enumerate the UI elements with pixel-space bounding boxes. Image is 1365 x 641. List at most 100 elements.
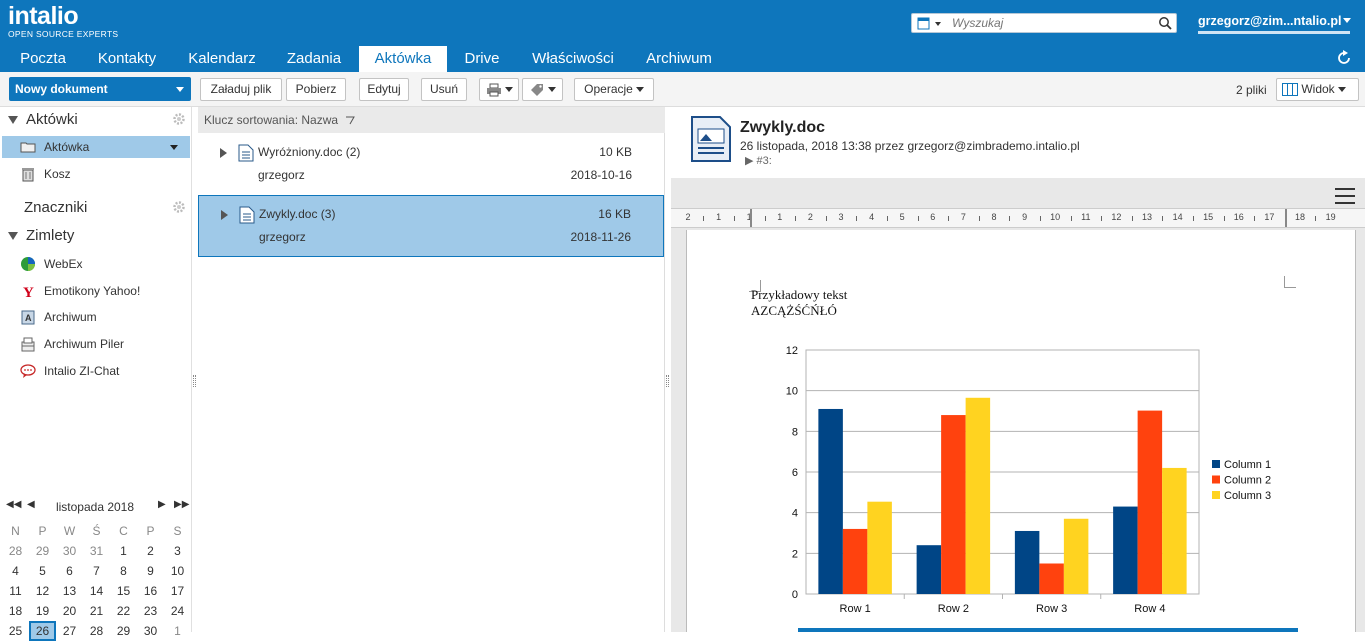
collapse-icon[interactable] [8, 116, 18, 125]
calendar-day[interactable]: 20 [56, 601, 83, 621]
tab-preferences[interactable]: Właściwości [518, 46, 628, 72]
calendar-day[interactable]: 23 [137, 601, 164, 621]
calendar-day[interactable]: 8 [110, 561, 137, 581]
sort-direction-icon[interactable] [345, 116, 356, 125]
sidebar-item-webex[interactable]: WebEx [2, 253, 190, 275]
search-input[interactable] [952, 15, 1157, 31]
ruler: 21112345678910111213141516171819 [671, 208, 1365, 228]
briefcases-header[interactable]: Aktówki [8, 110, 78, 130]
expand-icon[interactable] [220, 148, 227, 158]
x-tick-label: Row 1 [840, 603, 871, 615]
file-row[interactable]: Zwykly.doc (3) 16 KB grzegorz 2018-11-26 [198, 195, 664, 257]
user-menu[interactable]: grzegorz@zim...ntalio.pl [1198, 13, 1341, 29]
calendar-day[interactable]: 1 [164, 621, 191, 641]
calendar-day[interactable]: 21 [83, 601, 110, 621]
tab-mail[interactable]: Poczta [8, 46, 78, 72]
calendar-day[interactable]: 22 [110, 601, 137, 621]
chevron-down-icon[interactable] [1343, 18, 1351, 23]
bar [916, 545, 942, 594]
search-icon[interactable] [1158, 16, 1172, 30]
calendar-day[interactable]: 17 [164, 581, 191, 601]
file-owner: grzegorz [259, 230, 306, 244]
calendar-month-title[interactable]: listopada 2018 [40, 500, 150, 514]
calendar-day[interactable]: 11 [2, 581, 29, 601]
calendar-day[interactable]: 16 [137, 581, 164, 601]
ruler-margin-marker[interactable] [1285, 209, 1287, 227]
prev-year-button[interactable]: ◀◀ [6, 499, 21, 510]
tab-tasks[interactable]: Zadania [274, 46, 354, 72]
list-splitter[interactable] [666, 375, 669, 387]
calendar-day[interactable]: 14 [83, 581, 110, 601]
search-scope-dropdown[interactable] [917, 17, 947, 30]
zimlets-header[interactable]: Zimlety [8, 226, 74, 246]
sidebar-item-archive-piler[interactable]: Archiwum Piler [2, 333, 190, 355]
tag-button[interactable] [522, 78, 563, 101]
calendar-day[interactable]: 9 [137, 561, 164, 581]
calendar-day[interactable]: 19 [29, 601, 56, 621]
operations-button[interactable]: Operacje [574, 78, 654, 101]
calendar-day[interactable]: 7 [83, 561, 110, 581]
sort-bar[interactable]: Klucz sortowania: Nazwa [198, 107, 665, 133]
calendar-day[interactable]: 30 [137, 621, 164, 641]
chevron-down-icon[interactable] [170, 145, 178, 150]
calendar-day[interactable]: 28 [2, 541, 29, 561]
calendar-day[interactable]: 15 [110, 581, 137, 601]
calendar-day[interactable]: 4 [2, 561, 29, 581]
next-year-button[interactable]: ▶▶ [174, 499, 189, 510]
tab-archive[interactable]: Archiwum [636, 46, 722, 72]
calendar-day[interactable]: 31 [83, 541, 110, 561]
calendar-day[interactable]: 27 [56, 621, 83, 641]
gear-icon[interactable] [172, 112, 186, 126]
logo[interactable]: intalio OPEN SOURCE EXPERTS [8, 3, 118, 39]
calendar-day[interactable]: 10 [164, 561, 191, 581]
horizontal-scrollbar[interactable] [798, 628, 1298, 632]
next-month-button[interactable]: ▶ [158, 499, 166, 510]
tab-briefcase[interactable]: Aktówka [359, 46, 447, 72]
sidebar-item-briefcase[interactable]: Aktówka [2, 136, 190, 158]
tab-contacts[interactable]: Kontakty [84, 46, 170, 72]
calendar-day[interactable]: 6 [56, 561, 83, 581]
sidebar-splitter[interactable] [193, 375, 196, 387]
collapse-icon[interactable] [8, 232, 18, 241]
ruler-margin-marker[interactable] [750, 209, 752, 227]
calendar-day[interactable]: 2 [137, 541, 164, 561]
calendar-day[interactable]: 28 [83, 621, 110, 641]
new-document-button[interactable]: Nowy dokument [9, 77, 191, 101]
edit-button[interactable]: Edytuj [359, 78, 409, 101]
calendar-day[interactable]: 30 [56, 541, 83, 561]
sidebar-item-trash[interactable]: Kosz [2, 163, 190, 185]
gear-icon[interactable] [172, 200, 186, 214]
calendar-day[interactable]: 29 [110, 621, 137, 641]
calendar-day[interactable]: 5 [29, 561, 56, 581]
view-button[interactable]: Widok [1276, 78, 1359, 101]
bar [1014, 530, 1040, 594]
upload-button[interactable]: Załaduj plik [200, 78, 282, 101]
calendar-day[interactable]: 3 [164, 541, 191, 561]
calendar-day[interactable]: 13 [56, 581, 83, 601]
delete-button[interactable]: Usuń [421, 78, 467, 101]
calendar-day[interactable]: 18 [2, 601, 29, 621]
refresh-icon[interactable] [1335, 49, 1353, 67]
ruler-tick [795, 216, 797, 221]
expand-icon[interactable] [221, 210, 228, 220]
calendar-day[interactable]: 25 [2, 621, 29, 641]
sidebar-item-yahoo-emoticons[interactable]: Y Emotikony Yahoo! [2, 280, 190, 302]
sidebar-item-archive[interactable]: A Archiwum [2, 306, 190, 328]
calendar-day[interactable]: 1 [110, 541, 137, 561]
calendar-day[interactable]: 29 [29, 541, 56, 561]
svg-text:Y: Y [23, 285, 34, 299]
tags-header[interactable]: Znaczniki [24, 198, 87, 218]
sidebar-item-chat[interactable]: Intalio ZI-Chat [2, 360, 190, 382]
print-button[interactable] [479, 78, 519, 101]
calendar-day[interactable]: 26 [29, 621, 56, 641]
hamburger-menu-icon[interactable] [1335, 188, 1355, 204]
calendar-day[interactable]: 24 [164, 601, 191, 621]
calendar-day[interactable]: 12 [29, 581, 56, 601]
download-button[interactable]: Pobierz [286, 78, 346, 101]
prev-month-button[interactable]: ◀ [27, 499, 35, 510]
version-toggle[interactable]: ▶ #3: [745, 154, 772, 167]
file-row[interactable]: Wyróżniony.doc (2) 10 KB grzegorz 2018-1… [198, 134, 664, 196]
chevron-down-icon[interactable] [176, 87, 184, 92]
tab-calendar[interactable]: Kalendarz [176, 46, 268, 72]
tab-drive[interactable]: Drive [454, 46, 510, 72]
